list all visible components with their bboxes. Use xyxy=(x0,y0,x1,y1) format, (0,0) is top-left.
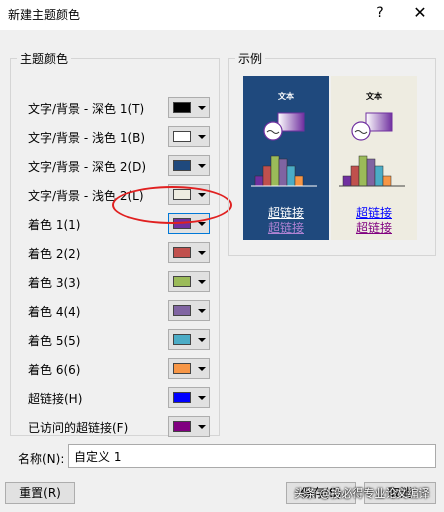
dropdown-arrow-icon xyxy=(198,222,206,226)
dropdown-arrow-icon xyxy=(198,135,206,139)
dropdown-arrow-icon xyxy=(198,251,206,255)
help-button[interactable]: ? xyxy=(372,5,388,23)
dropdown-arrow-icon xyxy=(198,338,206,342)
color-picker-button[interactable] xyxy=(168,242,210,263)
chart-bar xyxy=(254,175,264,187)
theme-color-label: 文字/背景 - 浅色 1(B) xyxy=(28,131,146,145)
sample-text-label: 文本 xyxy=(278,92,294,101)
theme-colors-group: 主题颜色 文字/背景 - 深色 1(T) 文字/背景 - 浅色 1(B) 文字/背景… xyxy=(10,50,220,437)
dropdown-arrow-icon xyxy=(198,425,206,429)
sample-text-label: 文本 xyxy=(366,92,382,101)
sample-light-panel: 文本 超链接 超链接 xyxy=(331,76,417,240)
chart-bar xyxy=(350,165,360,187)
chart-bar xyxy=(358,155,368,187)
sample-visited-hyperlink: 超链接 xyxy=(355,221,392,235)
theme-color-label: 着色 5(5) xyxy=(28,334,81,348)
sample-legend: 示例 xyxy=(238,52,263,66)
color-swatch xyxy=(173,305,191,316)
name-input[interactable] xyxy=(68,444,436,468)
chart-bar xyxy=(278,158,288,187)
color-swatch xyxy=(173,392,191,403)
chart-bar xyxy=(262,165,272,187)
dropdown-arrow-icon xyxy=(198,164,206,168)
color-swatch xyxy=(173,334,191,345)
chart-bar xyxy=(374,165,384,187)
color-picker-button[interactable] xyxy=(168,97,210,118)
chart-bar xyxy=(366,158,376,187)
sample-dark-panel: 文本 超链接 超链接 xyxy=(243,76,329,240)
color-swatch xyxy=(173,363,191,374)
close-button[interactable]: ✕ xyxy=(410,3,430,23)
dropdown-arrow-icon xyxy=(198,280,206,284)
dropdown-arrow-icon xyxy=(198,396,206,400)
color-swatch xyxy=(173,160,191,171)
color-picker-button[interactable] xyxy=(168,126,210,147)
sample-visited-hyperlink: 超链接 xyxy=(267,221,304,235)
color-picker-button[interactable] xyxy=(168,271,210,292)
chart-bar xyxy=(286,165,296,187)
watermark: 头条 @投必得专业论文编译 xyxy=(294,487,430,500)
dialog-title: 新建主题颜色 xyxy=(8,8,81,22)
theme-color-label: 已访问的超链接(F) xyxy=(28,421,129,435)
theme-colors-legend: 主题颜色 xyxy=(20,52,69,66)
color-picker-button[interactable] xyxy=(168,300,210,321)
color-swatch xyxy=(173,102,191,113)
color-picker-button[interactable] xyxy=(168,358,210,379)
sample-circle xyxy=(351,121,371,141)
chart-bar xyxy=(270,155,280,187)
color-swatch xyxy=(173,247,191,258)
theme-color-label: 文字/背景 - 深色 2(D) xyxy=(28,160,147,174)
highlight-annotation xyxy=(112,186,232,224)
chart-bar xyxy=(382,175,392,187)
color-picker-button[interactable] xyxy=(168,416,210,437)
theme-color-label: 着色 4(4) xyxy=(28,305,81,319)
title-bar: 新建主题颜色 ? ✕ xyxy=(0,0,444,30)
color-swatch xyxy=(173,421,191,432)
theme-color-label: 文字/背景 - 深色 1(T) xyxy=(28,102,145,116)
chart-bar xyxy=(294,175,304,187)
name-label: 名称(N): xyxy=(18,452,65,466)
color-swatch xyxy=(173,131,191,142)
theme-color-label: 着色 1(1) xyxy=(28,218,81,232)
color-picker-button[interactable] xyxy=(168,155,210,176)
theme-color-label: 着色 2(2) xyxy=(28,247,81,261)
theme-color-label: 着色 6(6) xyxy=(28,363,81,377)
color-picker-button[interactable] xyxy=(168,329,210,350)
sample-circle xyxy=(263,121,283,141)
color-picker-button[interactable] xyxy=(168,387,210,408)
color-swatch xyxy=(173,276,191,287)
theme-color-label: 着色 3(3) xyxy=(28,276,81,290)
theme-color-label: 超链接(H) xyxy=(28,392,83,406)
dropdown-arrow-icon xyxy=(198,106,206,110)
dropdown-arrow-icon xyxy=(198,367,206,371)
dropdown-arrow-icon xyxy=(198,309,206,313)
chart-bar xyxy=(342,175,352,187)
reset-button[interactable]: 重置(R) xyxy=(5,482,75,504)
